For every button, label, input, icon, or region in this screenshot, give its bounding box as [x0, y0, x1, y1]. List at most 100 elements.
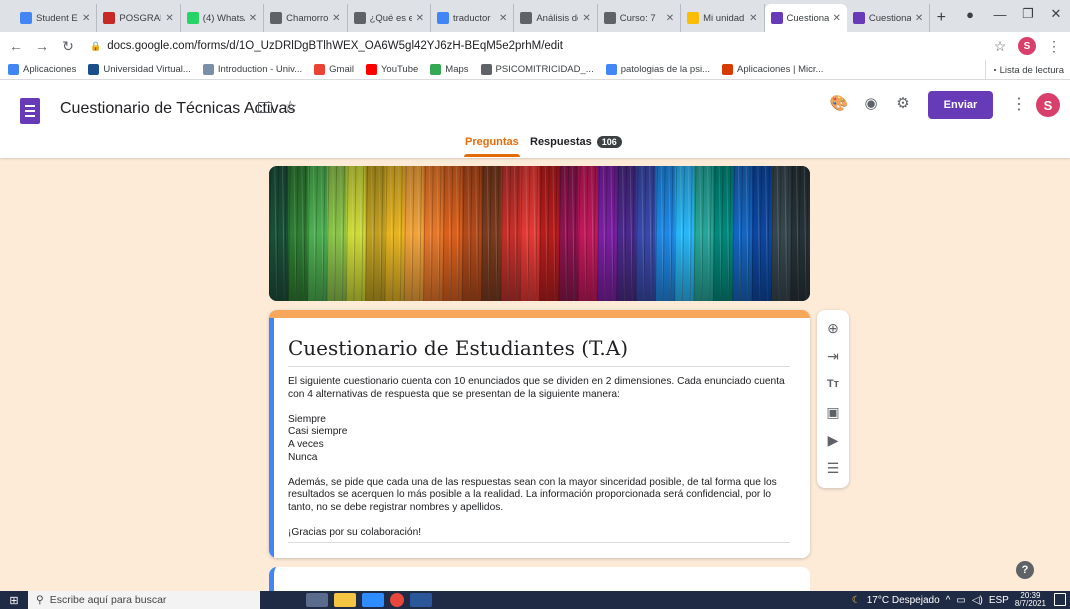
add-video-icon[interactable]: ▶ — [817, 428, 849, 452]
tab-responses[interactable]: Respuestas 106 — [530, 136, 622, 148]
file-explorer-icon[interactable] — [334, 593, 356, 607]
bookmark-item[interactable]: Aplicaciones — [8, 64, 76, 75]
settings-gear-icon[interactable]: ⚙ — [893, 94, 913, 112]
minimize-icon[interactable]: — — [986, 0, 1014, 28]
add-question-icon[interactable]: ⊕ — [817, 316, 849, 340]
tab-label: Curso: 7 — [619, 12, 656, 24]
user-avatar[interactable]: S — [1036, 93, 1060, 117]
tab-favicon-icon — [186, 12, 199, 24]
description-line: ¡Gracias por su colaboración! — [288, 527, 422, 539]
bookmark-item[interactable]: YouTube — [365, 64, 419, 75]
address-bar[interactable]: 🔒 docs.google.com/forms/d/1O_UzDRlDgBTlh… — [86, 35, 982, 57]
taskbar-search[interactable]: ⚲ Escribe aquí para buscar — [28, 591, 260, 609]
new-tab-button[interactable]: + — [930, 4, 952, 32]
bookmark-item[interactable]: Universidad Virtual... — [88, 64, 191, 75]
bookmark-item[interactable]: Introduction - Univ... — [202, 64, 302, 75]
tab-label: POSGRAD — [119, 12, 161, 24]
browser-tab[interactable]: Mi unidad ✕ — [681, 4, 765, 32]
chrome-icon[interactable] — [390, 593, 404, 607]
notifications-icon[interactable] — [1054, 593, 1066, 606]
browser-tab[interactable]: Curso: 7 ✕ — [598, 4, 682, 32]
volume-icon[interactable]: ◁) — [972, 595, 983, 606]
form-title-card[interactable]: Cuestionario de Estudiantes (T.A) El sig… — [269, 310, 810, 558]
form-description[interactable]: El siguiente cuestionario cuenta con 10 … — [288, 376, 790, 540]
tab-close-icon[interactable]: ✕ — [582, 13, 590, 24]
star-icon[interactable]: ☆ — [283, 97, 297, 117]
mail-icon[interactable] — [362, 593, 384, 607]
tab-close-icon[interactable]: ✕ — [82, 13, 90, 24]
forms-header: Cuestionario de Técnicas Activas ☆ 🎨 ◉ ⚙… — [0, 80, 1070, 158]
more-options-icon[interactable]: ⋮ — [1011, 94, 1027, 114]
bookmark-item[interactable]: PSICOMITRICIDAD_... — [480, 64, 594, 75]
folder-icon[interactable] — [258, 102, 272, 113]
tab-close-icon[interactable]: ✕ — [249, 13, 257, 24]
tab-close-icon[interactable]: ✕ — [749, 13, 757, 24]
word-icon[interactable] — [410, 593, 432, 607]
import-questions-icon[interactable]: ⇥ — [817, 344, 849, 368]
active-tab-indicator — [464, 154, 520, 157]
weather-text[interactable]: 17°C Despejado — [867, 595, 940, 606]
tab-favicon-icon — [353, 12, 366, 24]
tab-questions[interactable]: Preguntas — [465, 136, 519, 148]
browser-more-icon[interactable]: ⋮ — [1046, 38, 1062, 55]
back-icon[interactable]: ← — [8, 38, 24, 54]
description-line — [288, 515, 790, 528]
maximize-icon[interactable]: ❐ — [1014, 0, 1042, 28]
add-section-icon[interactable]: ☰ — [817, 456, 849, 480]
browser-tab[interactable]: Cuestiona ✕ — [847, 4, 931, 32]
bookmark-star-icon[interactable]: ☆ — [992, 38, 1008, 55]
clock[interactable]: 20:39 8/7/2021 — [1015, 591, 1046, 609]
browser-tab[interactable]: Chamorro ✕ — [264, 4, 348, 32]
browser-tab[interactable]: POSGRAD ✕ — [97, 4, 181, 32]
form-title[interactable]: Cuestionario de Estudiantes (T.A) — [288, 336, 628, 360]
browser-tab[interactable]: Student E ✕ — [14, 4, 98, 32]
task-view-icon[interactable] — [306, 593, 328, 607]
network-icon[interactable]: ▭ — [956, 595, 965, 606]
bookmark-favicon-icon — [314, 64, 326, 75]
description-line: El siguiente cuestionario cuenta con 10 … — [288, 376, 785, 400]
reload-icon[interactable]: ↻ — [60, 38, 76, 55]
browser-tab[interactable]: (4) WhatsA ✕ — [181, 4, 265, 32]
bookmark-favicon-icon — [430, 64, 442, 75]
card-theme-bar — [269, 310, 810, 318]
tab-label: ¿Qué es e — [369, 12, 412, 24]
bookmark-label: PSICOMITRICIDAD_... — [495, 64, 594, 75]
forward-icon[interactable]: → — [34, 38, 50, 54]
browser-tab[interactable]: Cuestiona ✕ — [764, 4, 847, 32]
browser-tab[interactable]: traductor ✕ — [431, 4, 515, 32]
bookmark-label: YouTube — [380, 64, 419, 75]
forms-logo-icon[interactable] — [20, 98, 40, 124]
tab-close-icon[interactable]: ✕ — [915, 13, 923, 24]
browser-tab[interactable]: Análisis de ✕ — [514, 4, 598, 32]
browser-tab[interactable]: ¿Qué es e ✕ — [348, 4, 431, 32]
browser-tab-strip: Student E✕POSGRAD✕(4) WhatsA✕Chamorro✕¿Q… — [0, 0, 1070, 32]
tab-close-icon[interactable]: ✕ — [833, 13, 841, 24]
close-window-icon[interactable]: ✕ — [1042, 0, 1070, 28]
language-indicator[interactable]: ESP — [989, 595, 1009, 606]
reading-list-button[interactable]: Lista de lectura — [984, 60, 1064, 80]
add-image-icon[interactable]: ▣ — [817, 400, 849, 424]
bookmark-label: Gmail — [329, 64, 354, 75]
tab-close-icon[interactable]: ✕ — [165, 13, 173, 24]
bookmark-item[interactable]: patologias de la psi... — [605, 64, 710, 75]
tab-close-icon[interactable]: ✕ — [499, 13, 507, 24]
tab-close-icon[interactable]: ✕ — [666, 13, 674, 24]
bookmark-item[interactable]: Aplicaciones | Micr... — [721, 64, 823, 75]
tab-close-icon[interactable]: ✕ — [332, 13, 340, 24]
description-line: A veces — [288, 438, 324, 450]
tab-close-icon[interactable]: ✕ — [416, 13, 424, 24]
browser-menu-icon[interactable]: ● — [956, 0, 984, 28]
palette-icon[interactable]: 🎨 — [829, 94, 849, 112]
header-image — [269, 166, 810, 301]
browser-profile-avatar[interactable]: S — [1018, 37, 1036, 55]
windows-start-icon[interactable]: ⊞ — [0, 591, 28, 609]
tab-label: Mi unidad — [703, 12, 745, 24]
bookmark-item[interactable]: Maps — [430, 64, 469, 75]
send-button[interactable]: Enviar — [928, 91, 993, 119]
tray-overflow-icon[interactable]: ^ — [946, 595, 951, 606]
help-icon[interactable]: ? — [1016, 561, 1034, 579]
add-title-icon[interactable]: Tт — [817, 372, 849, 396]
bookmark-item[interactable]: Gmail — [314, 64, 354, 75]
bookmark-favicon-icon — [8, 64, 19, 75]
preview-eye-icon[interactable]: ◉ — [861, 94, 881, 112]
